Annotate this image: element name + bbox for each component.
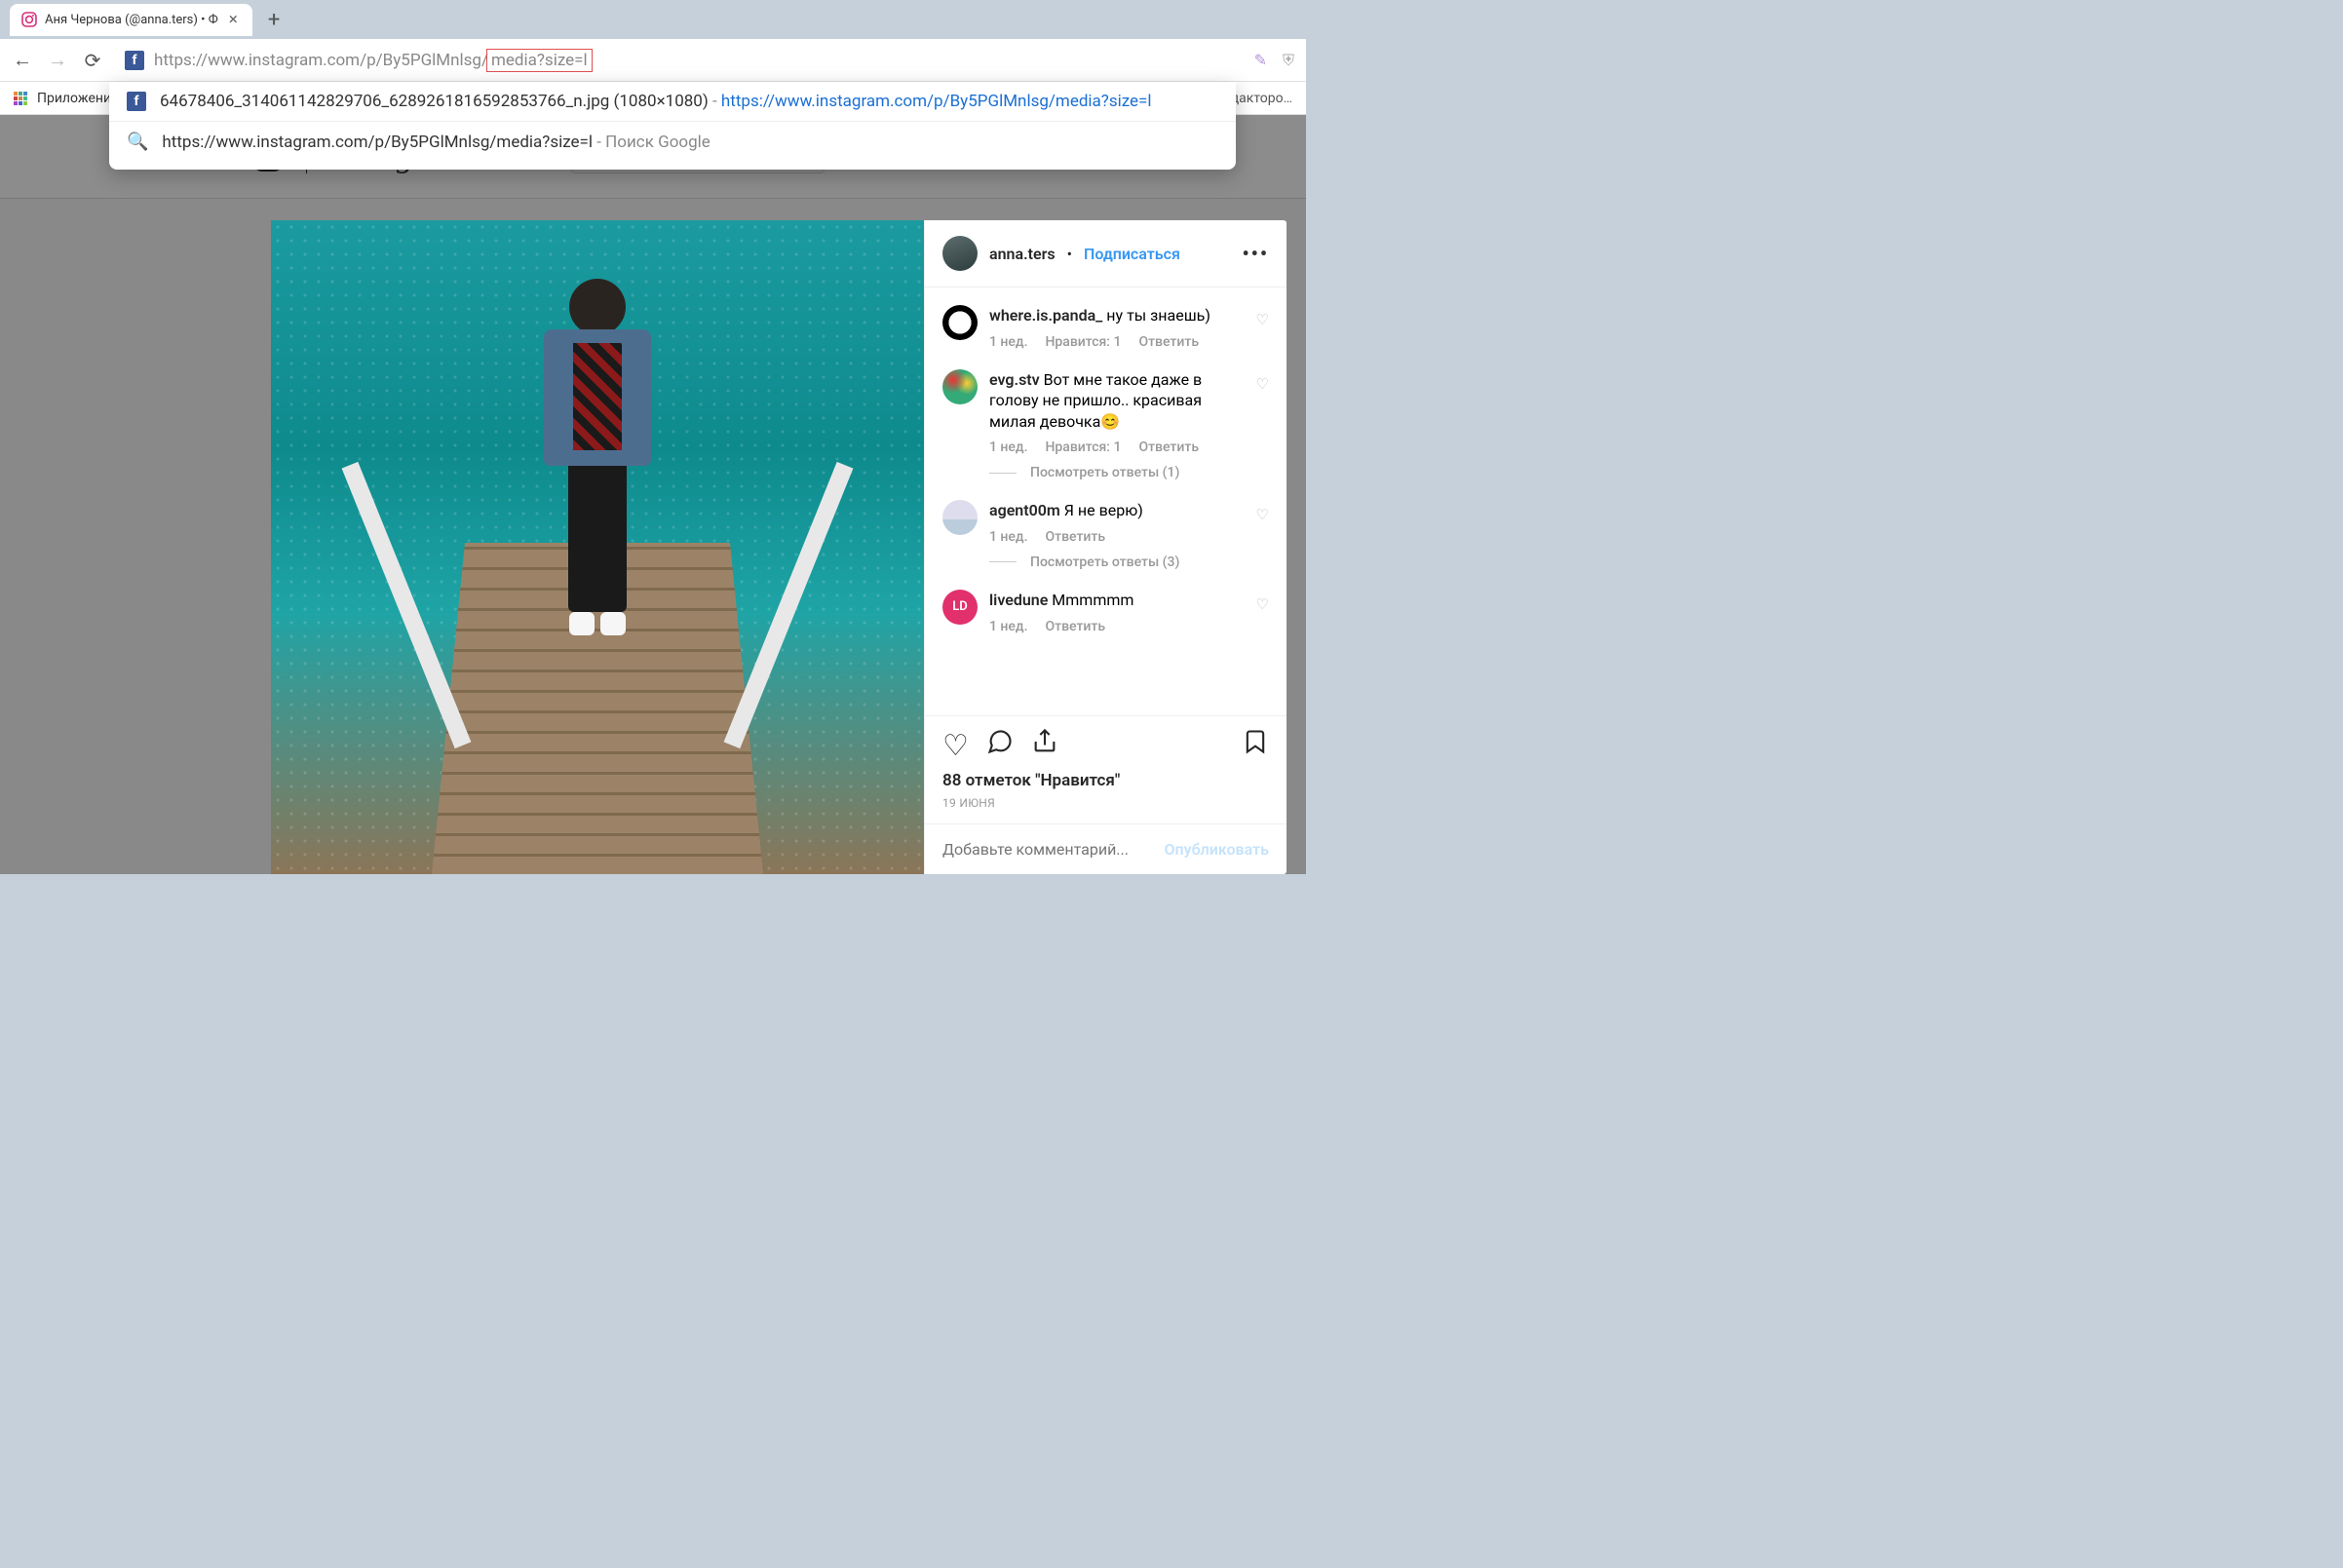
commenter-avatar[interactable] bbox=[942, 500, 978, 535]
suggestion-item[interactable]: f 64678406_314061142829706_6289261816592… bbox=[109, 82, 1236, 122]
bookmarks-apps-label[interactable]: Приложения bbox=[37, 91, 119, 106]
toolbar-right: ✎ ⛨ bbox=[1254, 51, 1294, 70]
comment: agent00m Я не верю) 1 нед. Ответить Посмотр… bbox=[942, 492, 1269, 578]
comment-text: evg.stv Вот мне такое даже в голову не п… bbox=[989, 369, 1242, 433]
url-text: https://www.instagram.com/p/By5PGlMnlsg/… bbox=[154, 51, 593, 70]
tab-close-icon[interactable]: × bbox=[226, 12, 241, 28]
reload-button[interactable]: ⟳ bbox=[82, 49, 103, 72]
facebook-site-icon: f bbox=[127, 92, 146, 111]
address-bar[interactable]: f https://www.instagram.com/p/By5PGlMnls… bbox=[117, 45, 1241, 76]
back-button[interactable]: ← bbox=[12, 48, 33, 72]
bookmarks-overflow[interactable]: дакторо… bbox=[1231, 91, 1292, 106]
post-header: anna.ters • Подписаться ••• bbox=[925, 220, 1287, 287]
comment-time: 1 нед. bbox=[989, 334, 1027, 350]
comment: evg.stv Вот мне такое даже в голову не п… bbox=[942, 362, 1269, 489]
publish-button[interactable]: Опубликовать bbox=[1165, 840, 1270, 859]
browser-tab[interactable]: Аня Чернова (@anna.ters) • Ф × bbox=[10, 4, 252, 36]
comment-reply-button[interactable]: Ответить bbox=[1138, 440, 1199, 455]
comment: where.is.panda_ ну ты знаешь) 1 нед. Нрави… bbox=[942, 297, 1269, 358]
comment-text: agent00m Я не верю) bbox=[989, 500, 1242, 521]
feather-icon[interactable]: ✎ bbox=[1254, 51, 1267, 69]
view-replies-button[interactable]: Посмотреть ответы (3) bbox=[1030, 555, 1179, 570]
post-date: 19 июня bbox=[925, 794, 1287, 823]
comment-time: 1 нед. bbox=[989, 619, 1027, 634]
comment-reply-button[interactable]: Ответить bbox=[1138, 334, 1199, 350]
url-highlight: media?size=l bbox=[486, 49, 593, 72]
suggestion-text: 64678406_314061142829706_628926181659285… bbox=[160, 92, 1152, 111]
comment-time: 1 нед. bbox=[989, 529, 1027, 545]
more-options-icon[interactable]: ••• bbox=[1242, 242, 1269, 265]
tab-bar: Аня Чернова (@anna.ters) • Ф × + bbox=[0, 0, 1306, 39]
like-heart-icon[interactable]: ♡ bbox=[942, 729, 969, 763]
commenter-username[interactable]: livedune bbox=[989, 591, 1048, 609]
commenter-username[interactable]: where.is.panda_ bbox=[989, 306, 1102, 325]
comments-list: where.is.panda_ ну ты знаешь) 1 нед. Нрави… bbox=[925, 287, 1287, 715]
comment-like-icon[interactable]: ♡ bbox=[1256, 506, 1269, 523]
post-modal: anna.ters • Подписаться ••• where.is.pan… bbox=[271, 220, 1287, 874]
comment-like-icon[interactable]: ♡ bbox=[1256, 595, 1269, 613]
comment-reply-button[interactable]: Ответить bbox=[1045, 619, 1105, 634]
comment-time: 1 нед. bbox=[989, 440, 1027, 455]
facebook-site-icon: f bbox=[125, 51, 144, 70]
view-replies-button[interactable]: Посмотреть ответы (1) bbox=[1030, 465, 1179, 480]
instagram-favicon-icon bbox=[21, 12, 37, 27]
add-comment: Опубликовать bbox=[925, 823, 1287, 874]
author-username[interactable]: anna.ters bbox=[989, 245, 1056, 263]
commenter-avatar[interactable] bbox=[942, 305, 978, 340]
comment-like-icon[interactable]: ♡ bbox=[1256, 311, 1269, 328]
post-sidebar: anna.ters • Подписаться ••• where.is.pan… bbox=[924, 220, 1287, 874]
commenter-username[interactable]: evg.stv bbox=[989, 370, 1040, 389]
comment-text: where.is.panda_ ну ты знаешь) bbox=[989, 305, 1242, 326]
post-actions: ♡ bbox=[925, 715, 1287, 767]
new-tab-button[interactable]: + bbox=[252, 8, 295, 32]
comment-likes[interactable]: Нравится: 1 bbox=[1045, 440, 1121, 455]
suggestion-item[interactable]: 🔍 https://www.instagram.com/p/By5PGlMnls… bbox=[109, 122, 1236, 162]
bookmark-icon[interactable] bbox=[1242, 728, 1269, 763]
comment-reply-button[interactable]: Ответить bbox=[1045, 529, 1105, 545]
commenter-avatar[interactable] bbox=[942, 369, 978, 404]
comment-bubble-icon[interactable] bbox=[986, 728, 1014, 763]
comment-text: livedune Mmmmmm bbox=[989, 590, 1242, 611]
tab-title: Аня Чернова (@anna.ters) • Ф bbox=[45, 13, 218, 27]
post-image[interactable] bbox=[271, 220, 924, 874]
suggestion-text: https://www.instagram.com/p/By5PGlMnlsg/… bbox=[162, 133, 710, 152]
url-suggestions: f 64678406_314061142829706_6289261816592… bbox=[109, 82, 1236, 170]
author-avatar[interactable] bbox=[942, 236, 978, 271]
apps-icon[interactable] bbox=[14, 92, 27, 105]
nav-bar: ← → ⟳ f https://www.instagram.com/p/By5P… bbox=[0, 39, 1306, 82]
search-icon: 🔍 bbox=[127, 132, 148, 152]
shield-icon[interactable]: ⛨ bbox=[1283, 51, 1294, 70]
commenter-username[interactable]: agent00m bbox=[989, 501, 1060, 519]
share-icon[interactable] bbox=[1031, 728, 1058, 763]
comment-like-icon[interactable]: ♡ bbox=[1256, 375, 1269, 393]
likes-count[interactable]: 88 отметок "Нравится" bbox=[925, 767, 1287, 794]
comment: LD livedune Mmmmmm 1 нед. Ответить ♡ bbox=[942, 582, 1269, 642]
forward-button[interactable]: → bbox=[47, 48, 68, 72]
comment-likes[interactable]: Нравится: 1 bbox=[1045, 334, 1121, 350]
comment-input[interactable] bbox=[942, 840, 1155, 859]
follow-button[interactable]: Подписаться bbox=[1084, 245, 1180, 263]
commenter-avatar[interactable]: LD bbox=[942, 590, 978, 625]
